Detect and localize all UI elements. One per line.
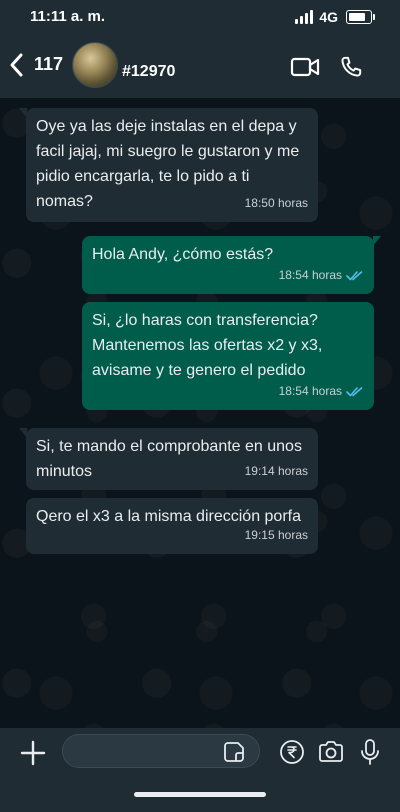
voice-message-button[interactable] <box>356 738 384 766</box>
status-bar: 11:11 a. m. 4G <box>0 0 400 34</box>
message-time: 19:14 horas <box>244 464 308 478</box>
message-incoming[interactable]: Oye ya las deje instalas en el depa y fa… <box>19 108 318 222</box>
chat-area[interactable]: Oye ya las deje instalas en el depa y fa… <box>0 98 400 728</box>
composer-bar <box>0 728 400 812</box>
message-meta: 19:15 horas <box>245 523 308 548</box>
rupee-icon <box>280 740 304 764</box>
chevron-left-icon <box>10 53 23 77</box>
call-button[interactable] <box>334 52 368 82</box>
message-meta: 19:14 horas <box>245 459 308 484</box>
signal-icon <box>295 10 314 24</box>
message-time: 18:54 horas <box>278 268 342 282</box>
payment-button[interactable] <box>278 738 306 766</box>
message-time: 19:15 horas <box>244 528 308 542</box>
message-input[interactable] <box>62 734 260 768</box>
double-check-icon <box>346 387 363 397</box>
back-button[interactable] <box>8 52 26 78</box>
phone-icon <box>341 56 362 77</box>
camera-button[interactable] <box>317 738 345 766</box>
battery-icon <box>346 10 375 24</box>
chat-header: 117 #12970 <box>0 34 400 98</box>
message-incoming[interactable]: Qero el x3 a la misma dirección porfa 19… <box>26 498 318 554</box>
attach-button[interactable] <box>18 738 48 768</box>
camera-icon <box>319 741 343 762</box>
avatar[interactable] <box>72 42 118 88</box>
status-indicators: 4G <box>295 9 375 25</box>
contact-name[interactable]: #12970 <box>122 63 175 81</box>
message-time: 18:54 horas <box>278 384 342 398</box>
home-indicator[interactable] <box>134 792 266 797</box>
double-check-icon <box>346 271 363 281</box>
sticker-icon <box>224 742 244 762</box>
network-type: 4G <box>319 9 338 25</box>
unread-count[interactable]: 117 <box>34 54 63 75</box>
message-meta: 18:54 horas <box>279 263 364 288</box>
message-meta: 18:50 horas <box>245 191 308 216</box>
message-outgoing[interactable]: Si, ¿lo haras con transferencia? Mantene… <box>82 302 374 410</box>
video-call-button[interactable] <box>288 52 322 82</box>
microphone-icon <box>361 739 379 765</box>
message-time: 18:50 horas <box>244 196 308 210</box>
message-meta: 18:54 horas <box>279 379 364 404</box>
video-call-icon <box>290 57 320 77</box>
message-text: Hola Andy, ¿cómo estás? <box>92 246 274 263</box>
sticker-button[interactable] <box>223 741 245 763</box>
status-time: 11:11 a. m. <box>30 8 106 25</box>
message-outgoing[interactable]: Hola Andy, ¿cómo estás? 18:54 horas <box>82 236 381 294</box>
plus-icon <box>20 740 46 766</box>
message-incoming[interactable]: Si, te mando el comprobante en unos minu… <box>19 428 318 490</box>
message-text: Si, ¿lo haras con transferencia? Mantene… <box>92 312 323 379</box>
